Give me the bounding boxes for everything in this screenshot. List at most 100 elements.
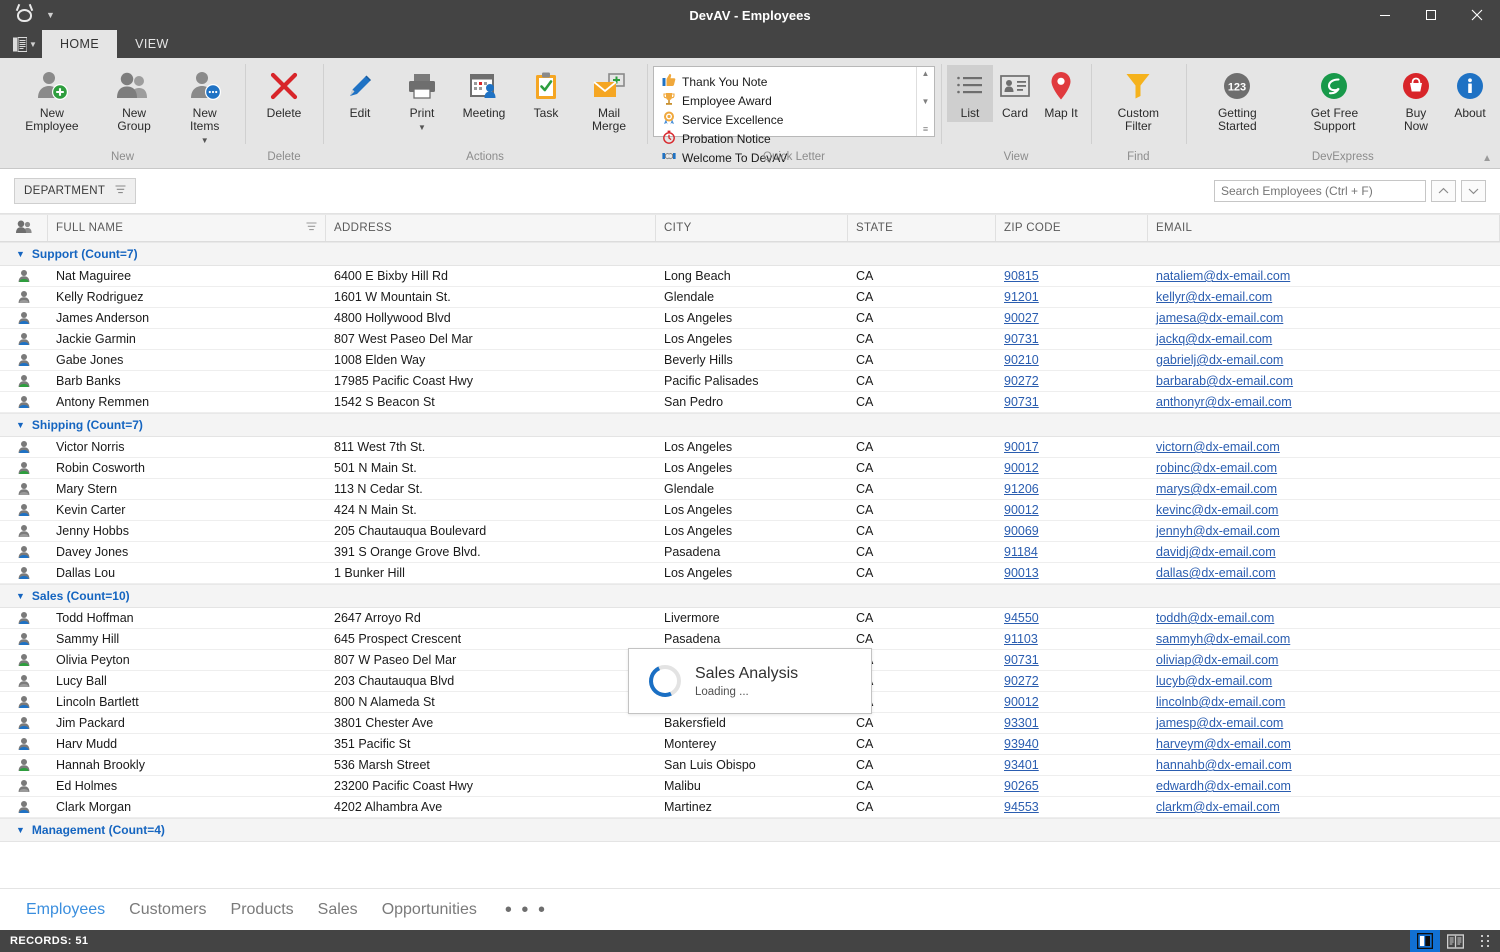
- chevron-down-icon[interactable]: ▼: [16, 420, 25, 430]
- cell-email[interactable]: jamesp@dx-email.com: [1148, 716, 1500, 730]
- table-row[interactable]: Davey Jones391 S Orange Grove Blvd.Pasad…: [0, 542, 1500, 563]
- group-row[interactable]: ▼Sales (Count=10): [0, 584, 1500, 608]
- cell-zip-code[interactable]: 90731: [996, 395, 1148, 409]
- cell-email[interactable]: toddh@dx-email.com: [1148, 611, 1500, 625]
- table-row[interactable]: Barb Banks17985 Pacific Coast HwyPacific…: [0, 371, 1500, 392]
- task-button[interactable]: Task: [515, 65, 577, 122]
- cell-zip-code[interactable]: 93401: [996, 758, 1148, 772]
- grid-header-email[interactable]: EMAIL: [1148, 215, 1500, 241]
- cell-email[interactable]: dallas@dx-email.com: [1148, 566, 1500, 580]
- cell-email[interactable]: sammyh@dx-email.com: [1148, 632, 1500, 646]
- table-row[interactable]: Nat Maguiree6400 E Bixby Hill RdLong Bea…: [0, 266, 1500, 287]
- cell-email[interactable]: davidj@dx-email.com: [1148, 545, 1500, 559]
- cell-zip-code[interactable]: 91184: [996, 545, 1148, 559]
- table-row[interactable]: Robin Cosworth501 N Main St.Los AngelesC…: [0, 458, 1500, 479]
- table-row[interactable]: Jackie Garmin807 West Paseo Del MarLos A…: [0, 329, 1500, 350]
- mail-merge-button[interactable]: Mail Merge: [577, 65, 641, 135]
- chevron-down-icon[interactable]: ▼: [46, 10, 55, 20]
- cell-zip-code[interactable]: 91201: [996, 290, 1148, 304]
- getting-started-button[interactable]: 123 Getting Started: [1192, 65, 1283, 135]
- buy-now-button[interactable]: Buy Now: [1386, 65, 1446, 135]
- reading-view-icon[interactable]: [1440, 930, 1470, 952]
- print-button[interactable]: Print ▼: [391, 65, 453, 133]
- nav-item-sales[interactable]: Sales: [306, 889, 370, 931]
- cell-zip-code[interactable]: 90012: [996, 461, 1148, 475]
- table-row[interactable]: Victor Norris811 West 7th St.Los Angeles…: [0, 437, 1500, 458]
- nav-item-employees[interactable]: Employees: [14, 889, 117, 931]
- group-row[interactable]: ▼Support (Count=7): [0, 242, 1500, 266]
- find-next-button[interactable]: [1461, 180, 1486, 202]
- list-view-button[interactable]: List: [947, 65, 993, 122]
- search-input[interactable]: [1214, 180, 1426, 202]
- scroll-up-icon[interactable]: ▲: [922, 70, 930, 78]
- cell-email[interactable]: clarkm@dx-email.com: [1148, 800, 1500, 814]
- cell-email[interactable]: harveym@dx-email.com: [1148, 737, 1500, 751]
- nav-item-customers[interactable]: Customers: [117, 889, 218, 931]
- card-view-button[interactable]: Card: [993, 65, 1037, 122]
- cell-email[interactable]: victorn@dx-email.com: [1148, 440, 1500, 454]
- cell-zip-code[interactable]: 93301: [996, 716, 1148, 730]
- cell-email[interactable]: jennyh@dx-email.com: [1148, 524, 1500, 538]
- table-row[interactable]: Kelly Rodriguez1601 W Mountain St.Glenda…: [0, 287, 1500, 308]
- cell-email[interactable]: edwardh@dx-email.com: [1148, 779, 1500, 793]
- chevron-down-icon[interactable]: ▼: [16, 825, 25, 835]
- edit-button[interactable]: Edit: [329, 65, 391, 122]
- cell-zip-code[interactable]: 94550: [996, 611, 1148, 625]
- meeting-button[interactable]: Meeting: [453, 65, 515, 122]
- table-row[interactable]: Harv Mudd351 Pacific StMontereyCA93940ha…: [0, 734, 1500, 755]
- tab-view[interactable]: VIEW: [117, 30, 187, 58]
- new-employee-button[interactable]: New Employee: [6, 65, 98, 135]
- close-button[interactable]: [1454, 0, 1500, 30]
- cell-zip-code[interactable]: 90012: [996, 503, 1148, 517]
- chevron-down-icon[interactable]: ▼: [16, 591, 25, 601]
- cell-email[interactable]: kevinc@dx-email.com: [1148, 503, 1500, 517]
- delete-button[interactable]: Delete: [251, 65, 317, 122]
- table-row[interactable]: Clark Morgan4202 Alhambra AveMartinezCA9…: [0, 797, 1500, 818]
- grid-header-city[interactable]: CITY: [656, 215, 848, 241]
- map-it-button[interactable]: Map It: [1037, 65, 1085, 122]
- gallery-dropdown-icon[interactable]: ≡: [923, 125, 928, 133]
- table-row[interactable]: Mary Stern113 N Cedar St.GlendaleCA91206…: [0, 479, 1500, 500]
- about-button[interactable]: About: [1446, 65, 1494, 122]
- cell-zip-code[interactable]: 90272: [996, 674, 1148, 688]
- cell-zip-code[interactable]: 93940: [996, 737, 1148, 751]
- chevron-down-icon[interactable]: ▼: [16, 249, 25, 259]
- cell-zip-code[interactable]: 90210: [996, 353, 1148, 367]
- cell-zip-code[interactable]: 90272: [996, 374, 1148, 388]
- group-sort-icon[interactable]: [115, 185, 126, 197]
- cell-email[interactable]: lincolnb@dx-email.com: [1148, 695, 1500, 709]
- gallery-scrollbar[interactable]: ▲ ▼ ≡: [916, 67, 934, 136]
- application-menu-icon[interactable]: ▼: [8, 30, 42, 58]
- cell-zip-code[interactable]: 90815: [996, 269, 1148, 283]
- cell-email[interactable]: kellyr@dx-email.com: [1148, 290, 1500, 304]
- custom-filter-button[interactable]: Custom Filter: [1097, 65, 1180, 135]
- cell-email[interactable]: hannahb@dx-email.com: [1148, 758, 1500, 772]
- cell-email[interactable]: nataliem@dx-email.com: [1148, 269, 1500, 283]
- cell-zip-code[interactable]: 90731: [996, 332, 1148, 346]
- table-row[interactable]: Jim Packard3801 Chester AveBakersfieldCA…: [0, 713, 1500, 734]
- cell-email[interactable]: gabrielj@dx-email.com: [1148, 353, 1500, 367]
- table-row[interactable]: Sammy Hill645 Prospect CrescentPasadenaC…: [0, 629, 1500, 650]
- minimize-button[interactable]: [1362, 0, 1408, 30]
- nav-more-button[interactable]: • • •: [489, 889, 563, 931]
- nav-item-opportunities[interactable]: Opportunities: [370, 889, 489, 931]
- cell-zip-code[interactable]: 90017: [996, 440, 1148, 454]
- cell-email[interactable]: barbarab@dx-email.com: [1148, 374, 1500, 388]
- group-row[interactable]: ▼Management (Count=4): [0, 818, 1500, 842]
- grid-header-address[interactable]: ADDRESS: [326, 215, 656, 241]
- table-row[interactable]: Gabe Jones1008 Elden WayBeverly HillsCA9…: [0, 350, 1500, 371]
- cell-zip-code[interactable]: 90731: [996, 653, 1148, 667]
- table-row[interactable]: James Anderson4800 Hollywood BlvdLos Ang…: [0, 308, 1500, 329]
- cell-email[interactable]: lucyb@dx-email.com: [1148, 674, 1500, 688]
- table-row[interactable]: Hannah Brookly536 Marsh StreetSan Luis O…: [0, 755, 1500, 776]
- gallery-item-service-excellence[interactable]: Service Excellence: [662, 110, 792, 129]
- ribbon-collapse-button[interactable]: ▲: [1482, 153, 1492, 164]
- cell-email[interactable]: jamesa@dx-email.com: [1148, 311, 1500, 325]
- grid-header-zip-code[interactable]: ZIP CODE: [996, 215, 1148, 241]
- cell-zip-code[interactable]: 90069: [996, 524, 1148, 538]
- cell-email[interactable]: oliviap@dx-email.com: [1148, 653, 1500, 667]
- tab-home[interactable]: HOME: [42, 30, 117, 58]
- cell-zip-code[interactable]: 90265: [996, 779, 1148, 793]
- cell-zip-code[interactable]: 94553: [996, 800, 1148, 814]
- table-row[interactable]: Kevin Carter424 N Main St.Los AngelesCA9…: [0, 500, 1500, 521]
